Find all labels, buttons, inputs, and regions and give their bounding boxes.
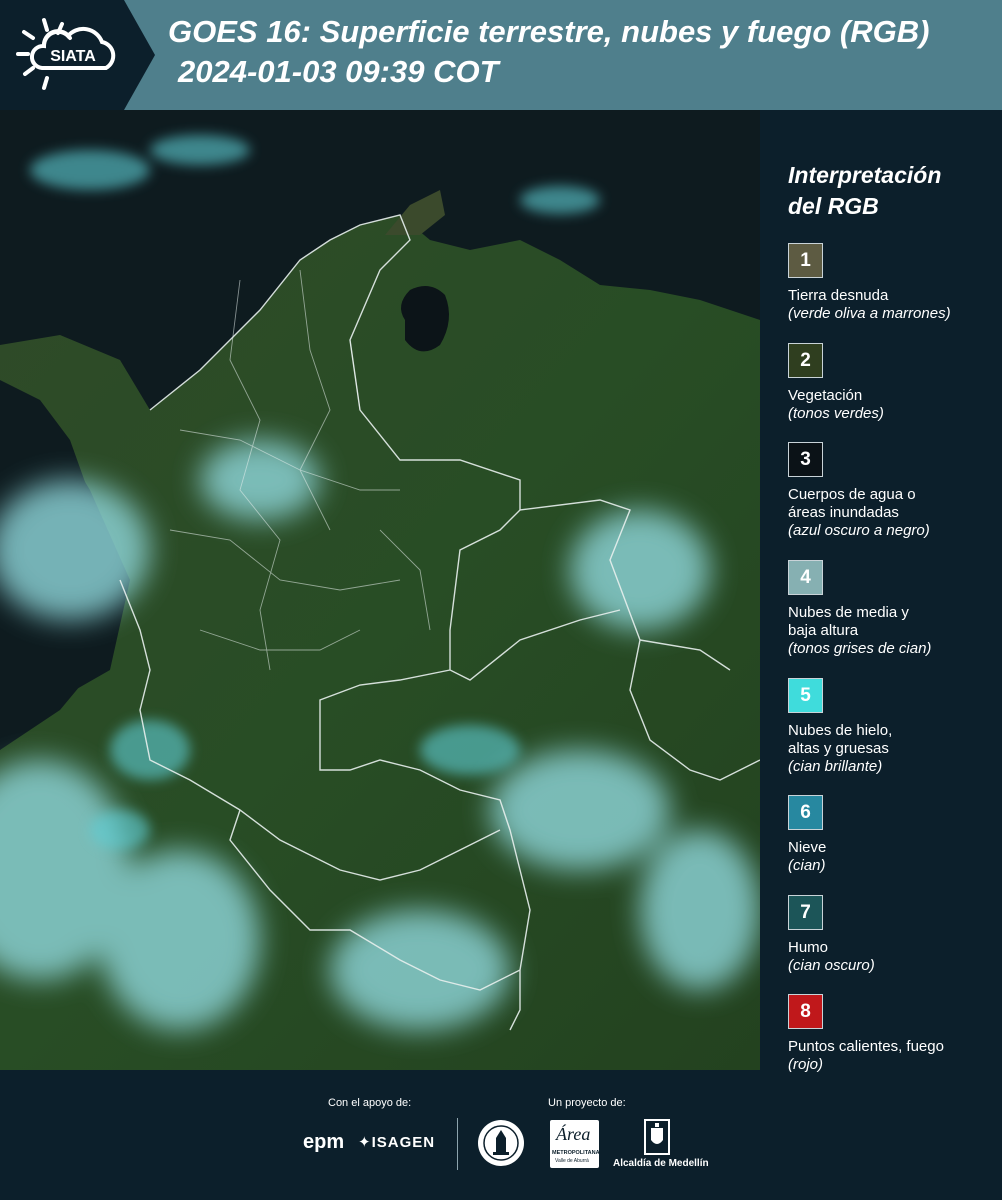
legend-item-label: Nubes de media y baja altura [788, 604, 909, 639]
legend-swatch: 4 [788, 560, 823, 595]
legend-item-description: (azul oscuro a negro) [788, 522, 930, 539]
legend-swatch: 5 [788, 678, 823, 713]
legend-item-description: (cian oscuro) [788, 957, 875, 974]
isagen-logo-text: ISAGEN [371, 1134, 436, 1151]
legend-swatch: 2 [788, 343, 823, 378]
logo-text: SIATA [50, 48, 96, 65]
header-bar: SIATA GOES 16: Superficie terrestre, nub… [0, 0, 1002, 110]
isagen-star-icon: ✦ [358, 1134, 372, 1151]
legend-item: 8 Puntos calientes, fuego (rojo) [788, 994, 998, 1074]
legend-item-description: (tonos verdes) [788, 405, 884, 422]
legend-item: 7 Humo (cian oscuro) [788, 895, 998, 975]
legend-item-description: (verde oliva a marrones) [788, 305, 951, 322]
legend-item-description: (tonos grises de cian) [788, 640, 932, 657]
legend-item-label: Puntos calientes, fuego [788, 1038, 944, 1055]
satellite-image [0, 110, 760, 1070]
legend-items: 1 Tierra desnuda (verde oliva a marrones) 2… [788, 243, 998, 1074]
legend-item-description: (cian brillante) [788, 758, 883, 775]
area-metropolitana-logo[interactable]: Área METROPOLITANA Valle de Aburrá [550, 1120, 600, 1168]
legend-title-line2: del RGB [788, 193, 879, 219]
siata-logo-icon[interactable]: SIATA [14, 14, 126, 94]
legend-item-label: Vegetación [788, 387, 863, 404]
legend-item-label: Cuerpos de agua o áreas inundadas [788, 486, 916, 521]
legend-item: 1 Tierra desnuda (verde oliva a marrones) [788, 243, 998, 323]
satellite-map[interactable] [0, 110, 760, 1070]
isagen-logo[interactable]: ✦ISAGEN [358, 1133, 435, 1151]
epm-logo-text: epm [303, 1131, 345, 1153]
legend-item-description: (rojo) [788, 1056, 824, 1073]
legend-item-label: Tierra desnuda [788, 287, 889, 304]
area-logo-glyph: Área [556, 1124, 591, 1144]
alcaldia-label: Alcaldía de Medellín [613, 1158, 709, 1169]
project-label: Un proyecto de: [548, 1097, 626, 1109]
legend-item-label: Nieve [788, 839, 827, 856]
legend-swatch: 3 [788, 442, 823, 477]
legend-swatch: 1 [788, 243, 823, 278]
page-timestamp: 2024-01-03 09:39 COT [178, 54, 499, 89]
university-seal-icon[interactable] [476, 1118, 526, 1168]
medellin-shield-icon[interactable] [643, 1118, 671, 1156]
legend-swatch: 7 [788, 895, 823, 930]
legend-swatch: 8 [788, 994, 823, 1029]
page-title: GOES 16: Superficie terrestre, nubes y f… [168, 14, 930, 49]
support-label: Con el apoyo de: [328, 1097, 412, 1109]
epm-logo[interactable]: epm [303, 1131, 344, 1154]
legend-item-label: Nubes de hielo, altas y gruesas [788, 722, 893, 757]
legend-item: 6 Nieve (cian) [788, 795, 998, 875]
legend-title-line1: Interpretación [788, 162, 942, 188]
area-logo-line2: Valle de Aburrá [555, 1158, 589, 1164]
legend-item: 2 Vegetación (tonos verdes) [788, 343, 998, 423]
footer-separator [457, 1118, 458, 1170]
area-logo-line1: METROPOLITANA [552, 1150, 600, 1156]
legend-swatch: 6 [788, 795, 823, 830]
legend-item: 4 Nubes de media y baja altura (tonos gris… [788, 560, 998, 658]
legend-item: 5 Nubes de hielo, altas y gruesas (cian br… [788, 678, 998, 776]
legend-item-label: Humo [788, 939, 829, 956]
legend-item-description: (cian) [788, 857, 826, 874]
legend-item: 3 Cuerpos de agua o áreas inundadas (azul … [788, 442, 998, 540]
legend-panel: Interpretación del RGB 1 Tierra desnuda (v… [788, 160, 998, 1074]
